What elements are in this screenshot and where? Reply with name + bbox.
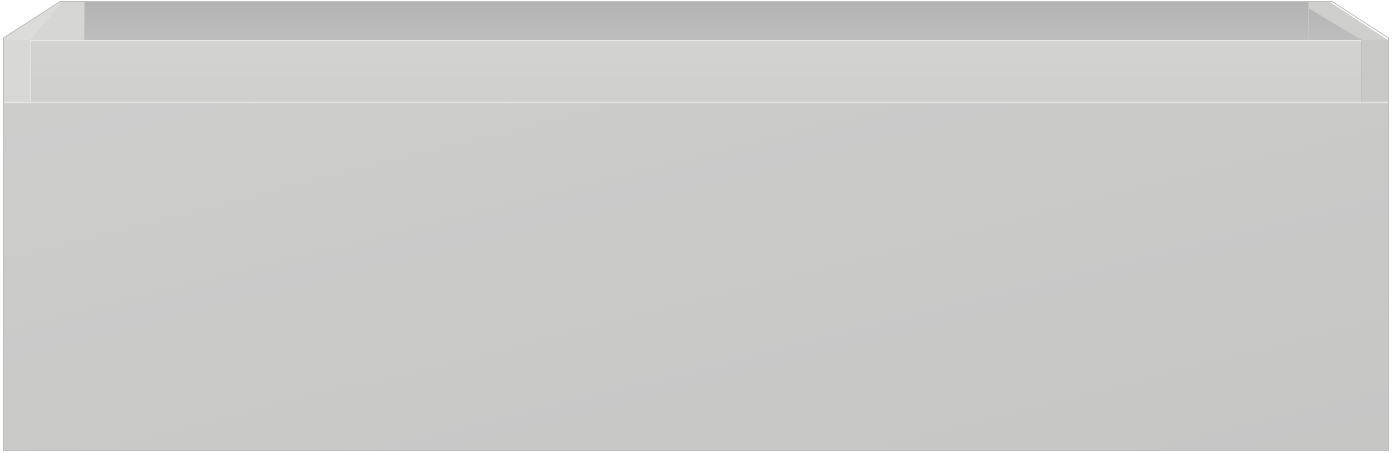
left-wall-face (4, 40, 30, 102)
product-image (0, 0, 1392, 453)
front-panel (4, 102, 1388, 450)
back-inner-wall (30, 2, 1362, 40)
drawer-illustration (3, 1, 1389, 451)
inner-front-wall (30, 40, 1362, 102)
right-wall-face (1362, 40, 1388, 102)
